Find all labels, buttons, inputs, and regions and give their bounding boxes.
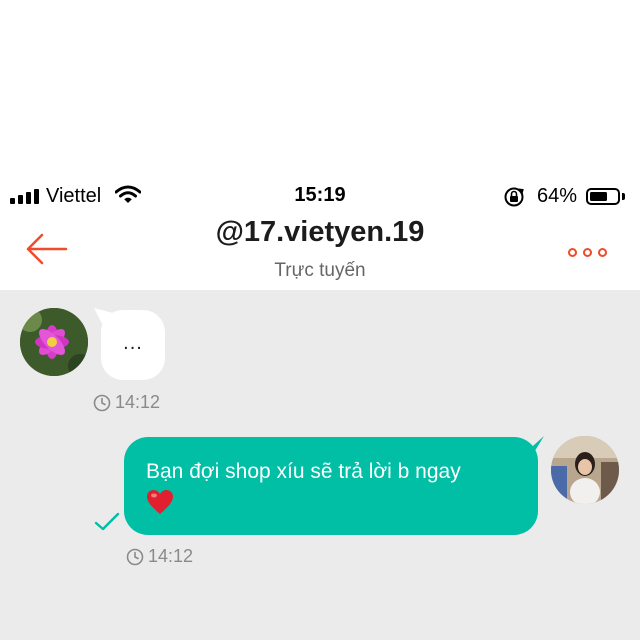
online-status: Trực tuyến bbox=[274, 260, 366, 281]
status-bar: Viettel 15:19 64% bbox=[0, 178, 640, 216]
more-dot bbox=[568, 247, 577, 257]
incoming-time-text: 14:12 bbox=[115, 392, 161, 412]
blank-top-area bbox=[0, 0, 640, 178]
outgoing-time-text: 14:12 bbox=[148, 546, 194, 566]
battery-percentage: 64% bbox=[537, 185, 578, 207]
flower-avatar-image bbox=[20, 308, 88, 376]
battery-tip bbox=[622, 193, 625, 200]
rotation-lock-icon bbox=[504, 187, 524, 207]
incoming-message-bubble[interactable]: ... bbox=[101, 310, 165, 380]
more-dot bbox=[598, 247, 607, 257]
chat-area[interactable]: ... 14:12 Bạn đợi shop xíu sẽ trả lời b … bbox=[0, 290, 640, 640]
battery-icon bbox=[586, 188, 620, 205]
check-icon bbox=[94, 512, 120, 531]
user-avatar[interactable] bbox=[551, 436, 619, 504]
person-avatar-image bbox=[551, 436, 619, 504]
clock-icon bbox=[126, 548, 144, 565]
clock-icon bbox=[93, 394, 111, 411]
outgoing-timestamp: 14:12 bbox=[126, 546, 193, 567]
heart-icon bbox=[147, 490, 173, 514]
more-dot bbox=[583, 247, 592, 257]
chat-header: @17.vietyen.19 Trực tuyến bbox=[0, 216, 640, 290]
sender-avatar[interactable] bbox=[20, 308, 88, 376]
more-options-button[interactable] bbox=[568, 242, 618, 262]
chat-title: @17.vietyen.19 bbox=[215, 216, 425, 248]
outgoing-message-bubble[interactable]: Bạn đợi shop xíu sẽ trả lời b ngay bbox=[124, 437, 538, 535]
outgoing-message-text: Bạn đợi shop xíu sẽ trả lời b ngay bbox=[146, 460, 461, 483]
outgoing-message-content: Bạn đợi shop xíu sẽ trả lời b ngay bbox=[146, 457, 526, 515]
battery-level-fill bbox=[590, 192, 607, 201]
incoming-timestamp: 14:12 bbox=[93, 392, 160, 413]
incoming-message-text: ... bbox=[123, 332, 143, 354]
